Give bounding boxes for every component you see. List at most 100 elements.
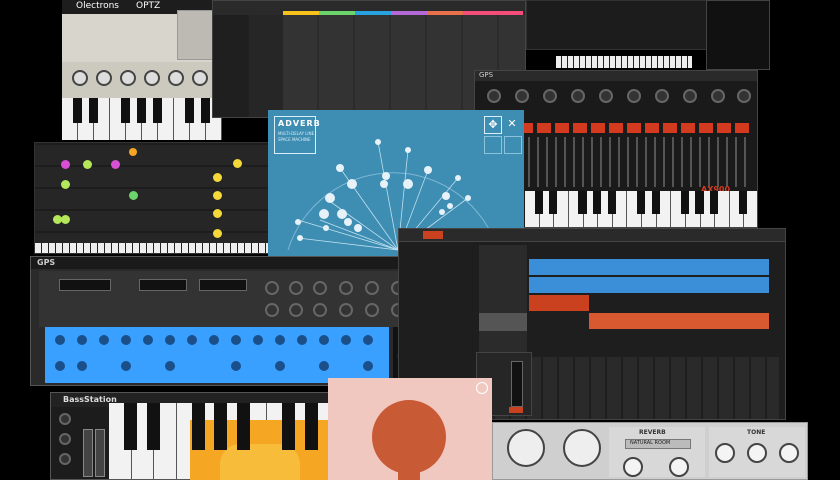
mixer-detail-window <box>706 0 770 70</box>
bass-knob[interactable] <box>59 413 71 425</box>
analog-knob[interactable] <box>627 89 641 103</box>
analog-knob[interactable] <box>599 89 613 103</box>
wavetable-preset-display[interactable] <box>199 279 247 291</box>
wavetable-blue-knob[interactable] <box>53 359 67 373</box>
piano-keyboard[interactable] <box>62 98 222 140</box>
piano-knob[interactable] <box>120 70 136 86</box>
note-pad[interactable] <box>61 215 70 224</box>
wavetable-blue-knob[interactable] <box>229 359 243 373</box>
wavetable-knob[interactable] <box>289 281 303 295</box>
wavetable-blue-knob[interactable] <box>361 333 375 347</box>
channel-fader[interactable] <box>511 361 523 407</box>
wavetable-blue-knob[interactable] <box>185 333 199 347</box>
note-pad[interactable] <box>213 229 222 238</box>
note-pad[interactable] <box>213 209 222 218</box>
bass-mod-wheel[interactable] <box>95 429 105 477</box>
wavetable-preset-display[interactable] <box>59 279 111 291</box>
bass-pitch-wheel[interactable] <box>83 429 93 477</box>
wavetable-knob[interactable] <box>339 303 353 317</box>
note-pad[interactable] <box>61 180 70 189</box>
wavetable-blue-knob[interactable] <box>163 333 177 347</box>
piano-knob[interactable] <box>144 70 160 86</box>
note-pad[interactable] <box>83 160 92 169</box>
analog-knob[interactable] <box>515 89 529 103</box>
note-pad[interactable] <box>213 191 222 200</box>
wavetable-knob[interactable] <box>365 303 379 317</box>
channel-mute[interactable] <box>509 407 523 413</box>
amp-tone-label: TONE <box>747 429 766 436</box>
note-pad[interactable] <box>129 148 137 156</box>
bass-knob[interactable] <box>59 453 71 465</box>
analog-logo-box: AX900 <box>701 177 755 194</box>
wavetable-blue-knob[interactable] <box>229 333 243 347</box>
clip-blue[interactable] <box>529 277 769 293</box>
daw-browser-sidebar <box>213 15 250 117</box>
wavetable-blue-knob[interactable] <box>317 359 331 373</box>
wavetable-knob[interactable] <box>265 303 279 317</box>
piano-knob[interactable] <box>192 70 208 86</box>
wavetable-knob[interactable] <box>365 281 379 295</box>
note-pad[interactable] <box>213 173 222 182</box>
wavetable-blue-knob[interactable] <box>361 359 375 373</box>
keyhole-stem-icon <box>398 458 420 480</box>
amp-knob[interactable] <box>715 443 735 463</box>
wavetable-blue-knob[interactable] <box>339 333 353 347</box>
record-button[interactable] <box>423 231 443 239</box>
clip-blue[interactable] <box>529 259 769 275</box>
analog-knob[interactable] <box>655 89 669 103</box>
analog-knob[interactable] <box>571 89 585 103</box>
track-header-selected[interactable] <box>479 313 527 331</box>
amp-big-knob[interactable] <box>563 429 601 467</box>
wavetable-blue-knob[interactable] <box>251 333 265 347</box>
amp-reverb-label: REVERB <box>639 429 666 436</box>
note-pad[interactable] <box>111 160 120 169</box>
wavetable-blue-knob[interactable] <box>295 333 309 347</box>
piano-synth-control-panel <box>62 62 222 98</box>
wavetable-blue-knob[interactable] <box>273 333 287 347</box>
piano-knob[interactable] <box>72 70 88 86</box>
analog-knob[interactable] <box>543 89 557 103</box>
wavetable-blue-knob[interactable] <box>75 359 89 373</box>
clip-orange[interactable] <box>589 313 769 329</box>
note-pad[interactable] <box>129 191 138 200</box>
wavetable-blue-knob[interactable] <box>317 333 331 347</box>
analog-knob[interactable] <box>487 89 501 103</box>
wavetable-blue-knob[interactable] <box>141 333 155 347</box>
wavetable-knob[interactable] <box>313 303 327 317</box>
amp-knob[interactable] <box>669 457 689 477</box>
amp-plugin-window: REVERB NATURAL ROOM TONE <box>492 422 808 480</box>
sequencer-keyboard[interactable] <box>35 243 269 253</box>
bass-knob[interactable] <box>59 433 71 445</box>
amp-knob[interactable] <box>779 443 799 463</box>
wavetable-blue-knob[interactable] <box>97 333 111 347</box>
wavetable-blue-knob[interactable] <box>163 359 177 373</box>
note-pad[interactable] <box>233 159 242 168</box>
piano-knob[interactable] <box>168 70 184 86</box>
amp-knob[interactable] <box>623 457 643 477</box>
analog-keyboard[interactable] <box>525 191 757 227</box>
wavetable-knob[interactable] <box>289 303 303 317</box>
amp-preset-select[interactable]: NATURAL ROOM <box>625 439 691 449</box>
piano-knob[interactable] <box>96 70 112 86</box>
analog-knob[interactable] <box>683 89 697 103</box>
wavetable-blue-knob[interactable] <box>75 333 89 347</box>
analog-knob[interactable] <box>737 89 751 103</box>
amp-knob[interactable] <box>747 443 767 463</box>
analog-knob[interactable] <box>711 89 725 103</box>
wavetable-blue-knob[interactable] <box>273 359 287 373</box>
wavetable-blue-knob[interactable] <box>119 359 133 373</box>
daw-file-list[interactable] <box>249 15 284 117</box>
wavetable-blue-knob[interactable] <box>119 333 133 347</box>
clip-red[interactable] <box>529 295 589 311</box>
note-pad[interactable] <box>61 160 70 169</box>
wavetable-blue-knob[interactable] <box>207 333 221 347</box>
wavetable-knob[interactable] <box>313 281 327 295</box>
wavetable-knob[interactable] <box>265 281 279 295</box>
wavetable-preset-display[interactable] <box>139 279 187 291</box>
pink-plugin-settings-icon[interactable] <box>476 382 488 394</box>
wavetable-blue-knob[interactable] <box>53 333 67 347</box>
mini-keyboard[interactable] <box>556 56 692 68</box>
daw-transport-bar[interactable] <box>399 229 785 242</box>
amp-big-knob[interactable] <box>507 429 545 467</box>
wavetable-knob[interactable] <box>339 281 353 295</box>
